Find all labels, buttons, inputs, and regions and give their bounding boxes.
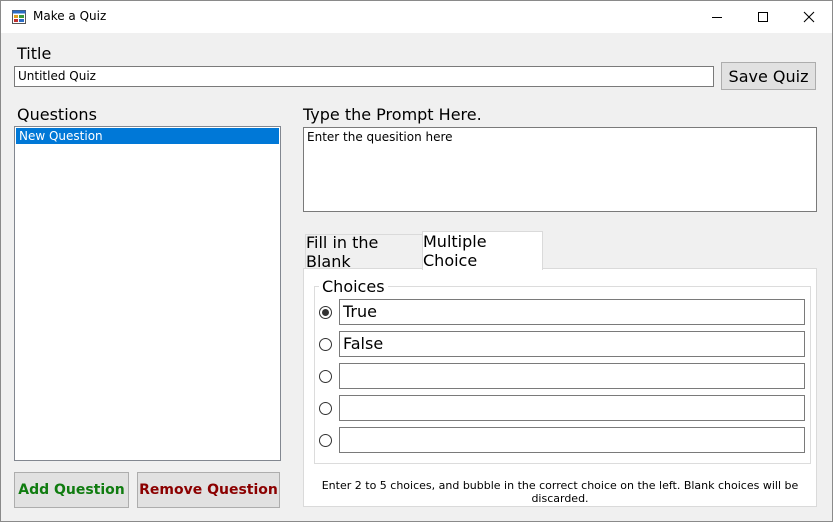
- remove-question-button[interactable]: Remove Question: [137, 472, 280, 508]
- minimize-icon: [712, 17, 722, 18]
- prompt-label: Type the Prompt Here.: [303, 105, 482, 124]
- make-a-quiz-window: Make a Quiz Title Untitled Quiz Save Qui…: [0, 0, 833, 522]
- app-form-icon: [12, 10, 26, 24]
- radio-selected-dot: [322, 309, 329, 316]
- choice-radio-3[interactable]: [319, 370, 332, 383]
- choice-radio-5[interactable]: [319, 434, 332, 447]
- add-question-button[interactable]: Add Question: [14, 472, 129, 508]
- choice-input-2[interactable]: False: [339, 331, 805, 357]
- choice-input-4[interactable]: [339, 395, 805, 421]
- title-label: Title: [17, 44, 52, 63]
- choice-radio-4[interactable]: [319, 402, 332, 415]
- questions-label: Questions: [17, 105, 97, 124]
- close-icon: [803, 11, 815, 23]
- questions-list[interactable]: New Question: [14, 126, 281, 461]
- choice-radio-1[interactable]: [319, 306, 332, 319]
- tab-multiple-choice[interactable]: Multiple Choice: [422, 231, 543, 270]
- maximize-icon: [758, 12, 768, 22]
- title-bar: Make a Quiz: [1, 1, 832, 33]
- choice-input-5[interactable]: [339, 427, 805, 453]
- choices-label: Choices: [319, 277, 388, 296]
- minimize-button[interactable]: [694, 1, 740, 33]
- save-quiz-button[interactable]: Save Quiz: [721, 62, 816, 90]
- choices-hint: Enter 2 to 5 choices, and bubble in the …: [321, 479, 799, 505]
- maximize-button[interactable]: [740, 1, 786, 33]
- quiz-title-input[interactable]: Untitled Quiz: [14, 66, 714, 87]
- list-item[interactable]: New Question: [16, 128, 279, 144]
- choice-input-1[interactable]: True: [339, 299, 805, 325]
- prompt-textarea[interactable]: Enter the quesition here: [303, 127, 817, 212]
- close-button[interactable]: [786, 1, 832, 33]
- tab-fill-in-the-blank[interactable]: Fill in the Blank: [305, 233, 423, 271]
- choice-input-3[interactable]: [339, 363, 805, 389]
- choice-radio-2[interactable]: [319, 338, 332, 351]
- window-title: Make a Quiz: [33, 9, 107, 23]
